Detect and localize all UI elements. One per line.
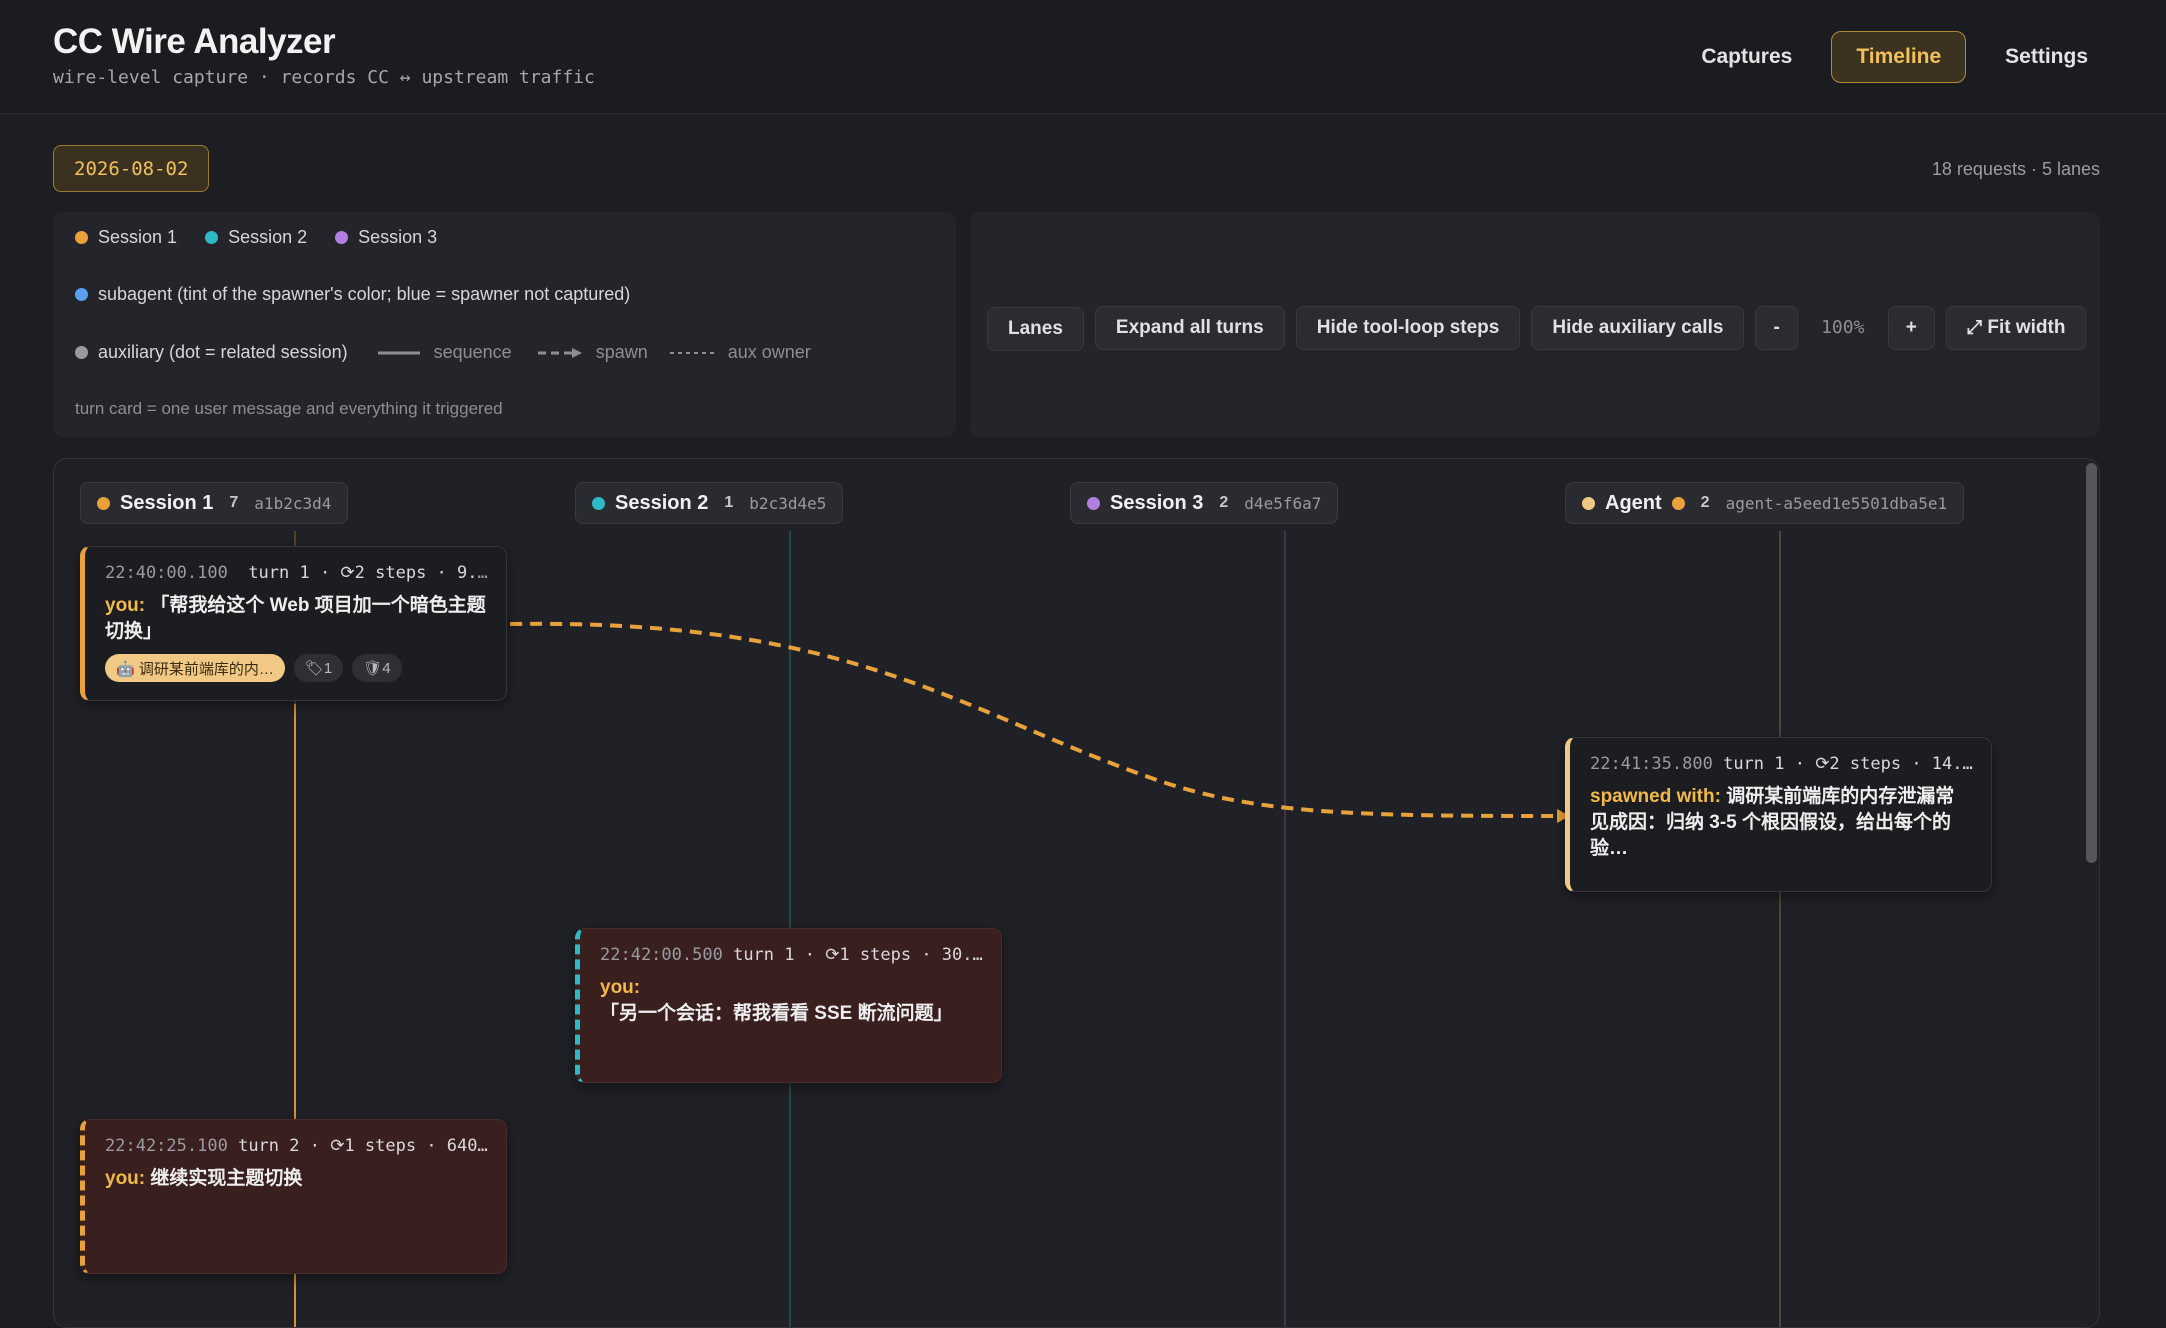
turn-author: spawned with: xyxy=(1590,786,1721,807)
turn-stats: turn 1 · ⟳2 steps · 14.… xyxy=(1723,754,1973,774)
top-nav: Captures Timeline Settings xyxy=(1676,31,2113,83)
turn-time: 22:42:25.100 xyxy=(105,1136,228,1156)
turn-time: 22:42:00.500 xyxy=(600,945,723,965)
expand-all-turns-button[interactable]: Expand all turns xyxy=(1094,305,1285,350)
turn-stats: turn 1 · ⟳2 steps · 9.0s xyxy=(248,563,488,583)
session-1-lane-dot xyxy=(97,496,110,510)
session-1-dot xyxy=(75,231,88,244)
lane-count: 1 xyxy=(724,494,734,511)
legend-subagent-label: subagent (tint of the spawner's color; b… xyxy=(98,284,631,304)
turn-author: you: xyxy=(105,595,146,616)
turn-meta: 22:42:25.100 turn 2 · ⟳1 steps · 640… xyxy=(105,1136,488,1156)
turn-card[interactable]: 22:40:00.100 turn 1 · ⟳2 steps · 9.0s yo… xyxy=(80,546,507,701)
aux-owner-line-icon xyxy=(669,351,714,354)
spawner-session-dot xyxy=(1671,496,1685,510)
lane-hash: d4e5f6a7 xyxy=(1244,493,1322,513)
tool-count-chip[interactable]: 🏷1 xyxy=(293,654,344,682)
turn-author: you: xyxy=(600,977,641,998)
legend-session-1-label: Session 1 xyxy=(98,227,178,247)
legend-panel: Session 1 Session 2 Session 3 subagent (… xyxy=(53,212,956,437)
subagent-dot xyxy=(75,288,88,301)
turn-meta: 22:40:00.100 turn 1 · ⟳2 steps · 9.0s xyxy=(105,563,488,583)
date-picker[interactable]: 2026-08-02 xyxy=(53,145,210,192)
legend-auxiliary-label: auxiliary (dot = related session) xyxy=(98,342,348,362)
lane-count: 2 xyxy=(1700,494,1710,511)
legend-subagent: subagent (tint of the spawner's color; b… xyxy=(75,284,630,305)
turn-message: you: 「帮我给这个 Web 项目加一个暗色主题切换」 xyxy=(105,593,488,645)
session-2-lane-dot xyxy=(592,496,605,510)
legend-sequence-label: sequence xyxy=(433,342,512,362)
turn-stats: turn 2 · ⟳1 steps · 640… xyxy=(238,1136,488,1156)
timeline-canvas[interactable]: Session 1 7 a1b2c3d4 Session 2 1 b2c3d4e… xyxy=(53,458,2100,1328)
turn-chips: 🤖 调研某前端库的内… 🏷1 🛡4 xyxy=(105,654,488,682)
lane-name: Session 2 xyxy=(615,491,709,514)
zoom-in-button[interactable]: + xyxy=(1887,305,1935,350)
turn-author: you: xyxy=(105,1168,146,1189)
aux-count-chip[interactable]: 🛡4 xyxy=(352,654,402,682)
app-header: CC Wire Analyzer wire-level capture · re… xyxy=(0,0,2166,114)
turn-meta: 22:41:35.800 turn 1 · ⟳2 steps · 14.… xyxy=(1590,754,1973,774)
subagent-chip[interactable]: 🤖 调研某前端库的内… xyxy=(105,654,285,682)
turn-stats: turn 1 · ⟳1 steps · 30.… xyxy=(733,945,983,965)
zoom-level: 100% xyxy=(1821,317,1865,338)
lane-name: Session 3 xyxy=(1110,491,1204,514)
legend-session-1: Session 1 xyxy=(75,227,177,248)
timeline-scrollbar[interactable] xyxy=(2086,463,2097,863)
legend-sessions: Session 1 Session 2 Session 3 xyxy=(75,227,465,248)
auxiliary-dot xyxy=(75,346,88,359)
nav-captures[interactable]: Captures xyxy=(1676,31,1817,83)
turn-card[interactable]: 22:42:25.100 turn 2 · ⟳1 steps · 640… yo… xyxy=(80,1119,507,1274)
hide-tool-loop-button[interactable]: Hide tool-loop steps xyxy=(1295,305,1521,350)
controls-panel: Lanes Expand all turns Hide tool-loop st… xyxy=(970,212,2100,437)
session-2-dot xyxy=(205,231,219,244)
turn-text: 继续实现主题切换 xyxy=(150,1168,303,1189)
legend-spawn-label: spawn xyxy=(595,342,648,362)
lane-header-session-1[interactable]: Session 1 7 a1b2c3d4 xyxy=(80,482,349,524)
lane-header-session-3[interactable]: Session 3 2 d4e5f6a7 xyxy=(1070,482,1339,524)
lane-name: Agent xyxy=(1605,491,1662,514)
lanes-button[interactable]: Lanes xyxy=(987,307,1084,351)
legend-session-2-label: Session 2 xyxy=(228,227,308,247)
session-3-dot xyxy=(335,231,349,244)
legend-aux-owner-label: aux owner xyxy=(727,342,811,362)
turn-message: you: 「另一个会话：帮我看看 SSE 断流问题」 xyxy=(600,975,983,1027)
legend-note-text: turn card = one user message and everyth… xyxy=(75,399,503,418)
spawn-arrow-icon xyxy=(537,347,582,358)
lane-count: 2 xyxy=(1219,494,1229,511)
fit-width-button[interactable]: ⤢ Fit width xyxy=(1945,305,2087,350)
lane-hash: b2c3d4e5 xyxy=(749,493,827,513)
session-3-lane-dot xyxy=(1087,496,1100,510)
lane-header-session-2[interactable]: Session 2 1 b2c3d4e5 xyxy=(575,482,844,524)
zoom-out-button[interactable]: - xyxy=(1755,305,1798,350)
app-subtitle: wire-level capture · records CC ↔ upstre… xyxy=(53,67,595,88)
turn-message: spawned with: 调研某前端库的内存泄漏常见成因：归纳 3-5 个根因… xyxy=(1590,784,1973,862)
hide-auxiliary-button[interactable]: Hide auxiliary calls xyxy=(1531,305,1745,350)
lane-name: Session 1 xyxy=(120,491,214,514)
app-title: CC Wire Analyzer xyxy=(53,22,336,61)
lane-header-agent[interactable]: Agent 2 agent-a5eed1e5501dba5e1 xyxy=(1565,482,1965,524)
controls-row: Lanes Expand all turns Hide tool-loop st… xyxy=(987,304,2087,351)
turn-card[interactable]: 22:42:00.500 turn 1 · ⟳1 steps · 30.… yo… xyxy=(575,928,1002,1083)
legend-session-3: Session 3 xyxy=(335,227,437,248)
turn-text: 「另一个会话：帮我看看 SSE 断流问题」 xyxy=(600,1003,953,1024)
legend-session-2: Session 2 xyxy=(205,227,307,248)
legend-session-3-label: Session 3 xyxy=(358,227,438,247)
request-summary: 18 requests · 5 lanes xyxy=(1931,159,2100,179)
lane-hash: agent-a5eed1e5501dba5e1 xyxy=(1725,493,1948,513)
turn-meta: 22:42:00.500 turn 1 · ⟳1 steps · 30.… xyxy=(600,945,983,965)
turn-card[interactable]: 22:41:35.800 turn 1 · ⟳2 steps · 14.… sp… xyxy=(1565,737,1992,892)
agent-lane-dot xyxy=(1582,496,1595,510)
turn-message: you: 继续实现主题切换 xyxy=(105,1166,488,1192)
nav-timeline[interactable]: Timeline xyxy=(1831,31,1967,83)
legend-note: turn card = one user message and everyth… xyxy=(75,399,503,419)
lane-count: 7 xyxy=(229,494,239,511)
turn-time: 22:41:35.800 xyxy=(1590,754,1713,774)
turn-time: 22:40:00.100 xyxy=(105,563,228,583)
legend-lines: auxiliary (dot = related session) sequen… xyxy=(75,342,811,363)
turn-text: 「帮我给这个 Web 项目加一个暗色主题切换」 xyxy=(105,595,486,642)
nav-settings[interactable]: Settings xyxy=(1980,31,2113,83)
sequence-line-icon xyxy=(377,351,420,354)
lane-hash: a1b2c3d4 xyxy=(254,493,332,513)
